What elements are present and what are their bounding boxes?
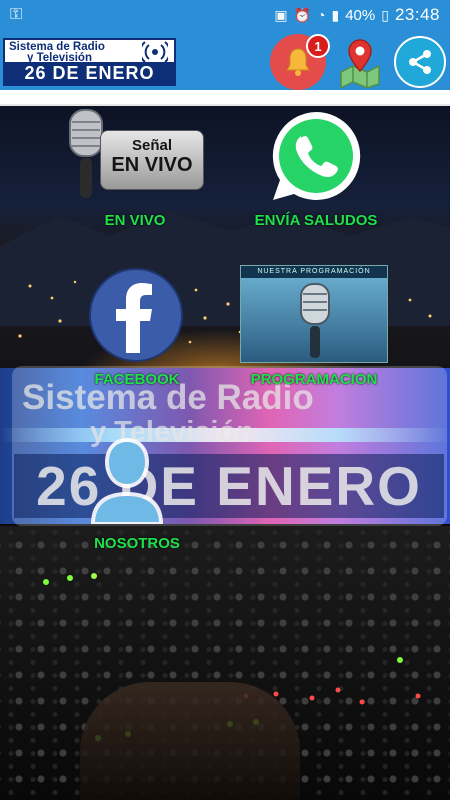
alarm-icon: ⏰ (293, 6, 312, 23)
share-icon (409, 50, 431, 74)
battery-icon: ▯ (381, 6, 389, 23)
facebook-icon (89, 268, 183, 362)
user-profile-icon (91, 438, 163, 524)
live-label: EN VIVO (104, 212, 166, 229)
programming-banner-text: NUESTRA PROGRAMACIÓN (241, 266, 387, 278)
share-button[interactable] (394, 36, 446, 88)
greetings-label: ENVÍA SALUDOS (254, 212, 378, 229)
facebook-button[interactable]: FACEBOOK (52, 265, 222, 393)
live-sign-line-2: EN VIVO (111, 154, 193, 176)
app-bar: Sistema de Radio y Televisión 26 DE ENER… (0, 30, 450, 90)
programming-button[interactable]: NUESTRA PROGRAMACIÓN PROGRAMACION (229, 265, 399, 393)
location-button[interactable] (332, 34, 388, 90)
wifi-icon: ◔ (317, 7, 326, 23)
status-bar: ⚿ ▣ ⏰ ◔ ▮ 40% ▯ 23:48 (0, 0, 450, 30)
send-greetings-button[interactable]: ENVÍA SALUDOS (231, 106, 401, 236)
whatsapp-icon (272, 111, 361, 200)
live-sign-line-1: Señal (131, 137, 173, 154)
station-logo: Sistema de Radio y Televisión 26 DE ENER… (3, 38, 176, 86)
live-signal-sign: Señal EN VIVO (100, 130, 204, 190)
clock: 23:48 (394, 5, 440, 24)
live-signal-button[interactable]: Señal EN VIVO EN VIVO (50, 106, 220, 236)
about-us-button[interactable]: NOSOTROS (52, 430, 222, 556)
hand-silhouette (80, 682, 300, 800)
programming-thumbnail: NUESTRA PROGRAMACIÓN (240, 265, 388, 363)
sim-icon: ▣ (274, 6, 288, 23)
battery-percent: 40% (345, 6, 376, 24)
logo-line-3: 26 DE ENERO (5, 62, 174, 84)
signal-icon: ▮ (331, 6, 340, 23)
header-divider (0, 90, 450, 106)
about-us-label: NOSOTROS (94, 535, 180, 552)
map-pin-icon (340, 39, 380, 88)
broadcast-icon (142, 41, 168, 63)
studio-microphone-icon (300, 283, 330, 358)
notification-badge: 1 (306, 34, 330, 58)
programming-label: PROGRAMACION (250, 371, 378, 388)
facebook-label: FACEBOOK (94, 371, 180, 388)
key-icon: ⚿ (10, 6, 23, 23)
